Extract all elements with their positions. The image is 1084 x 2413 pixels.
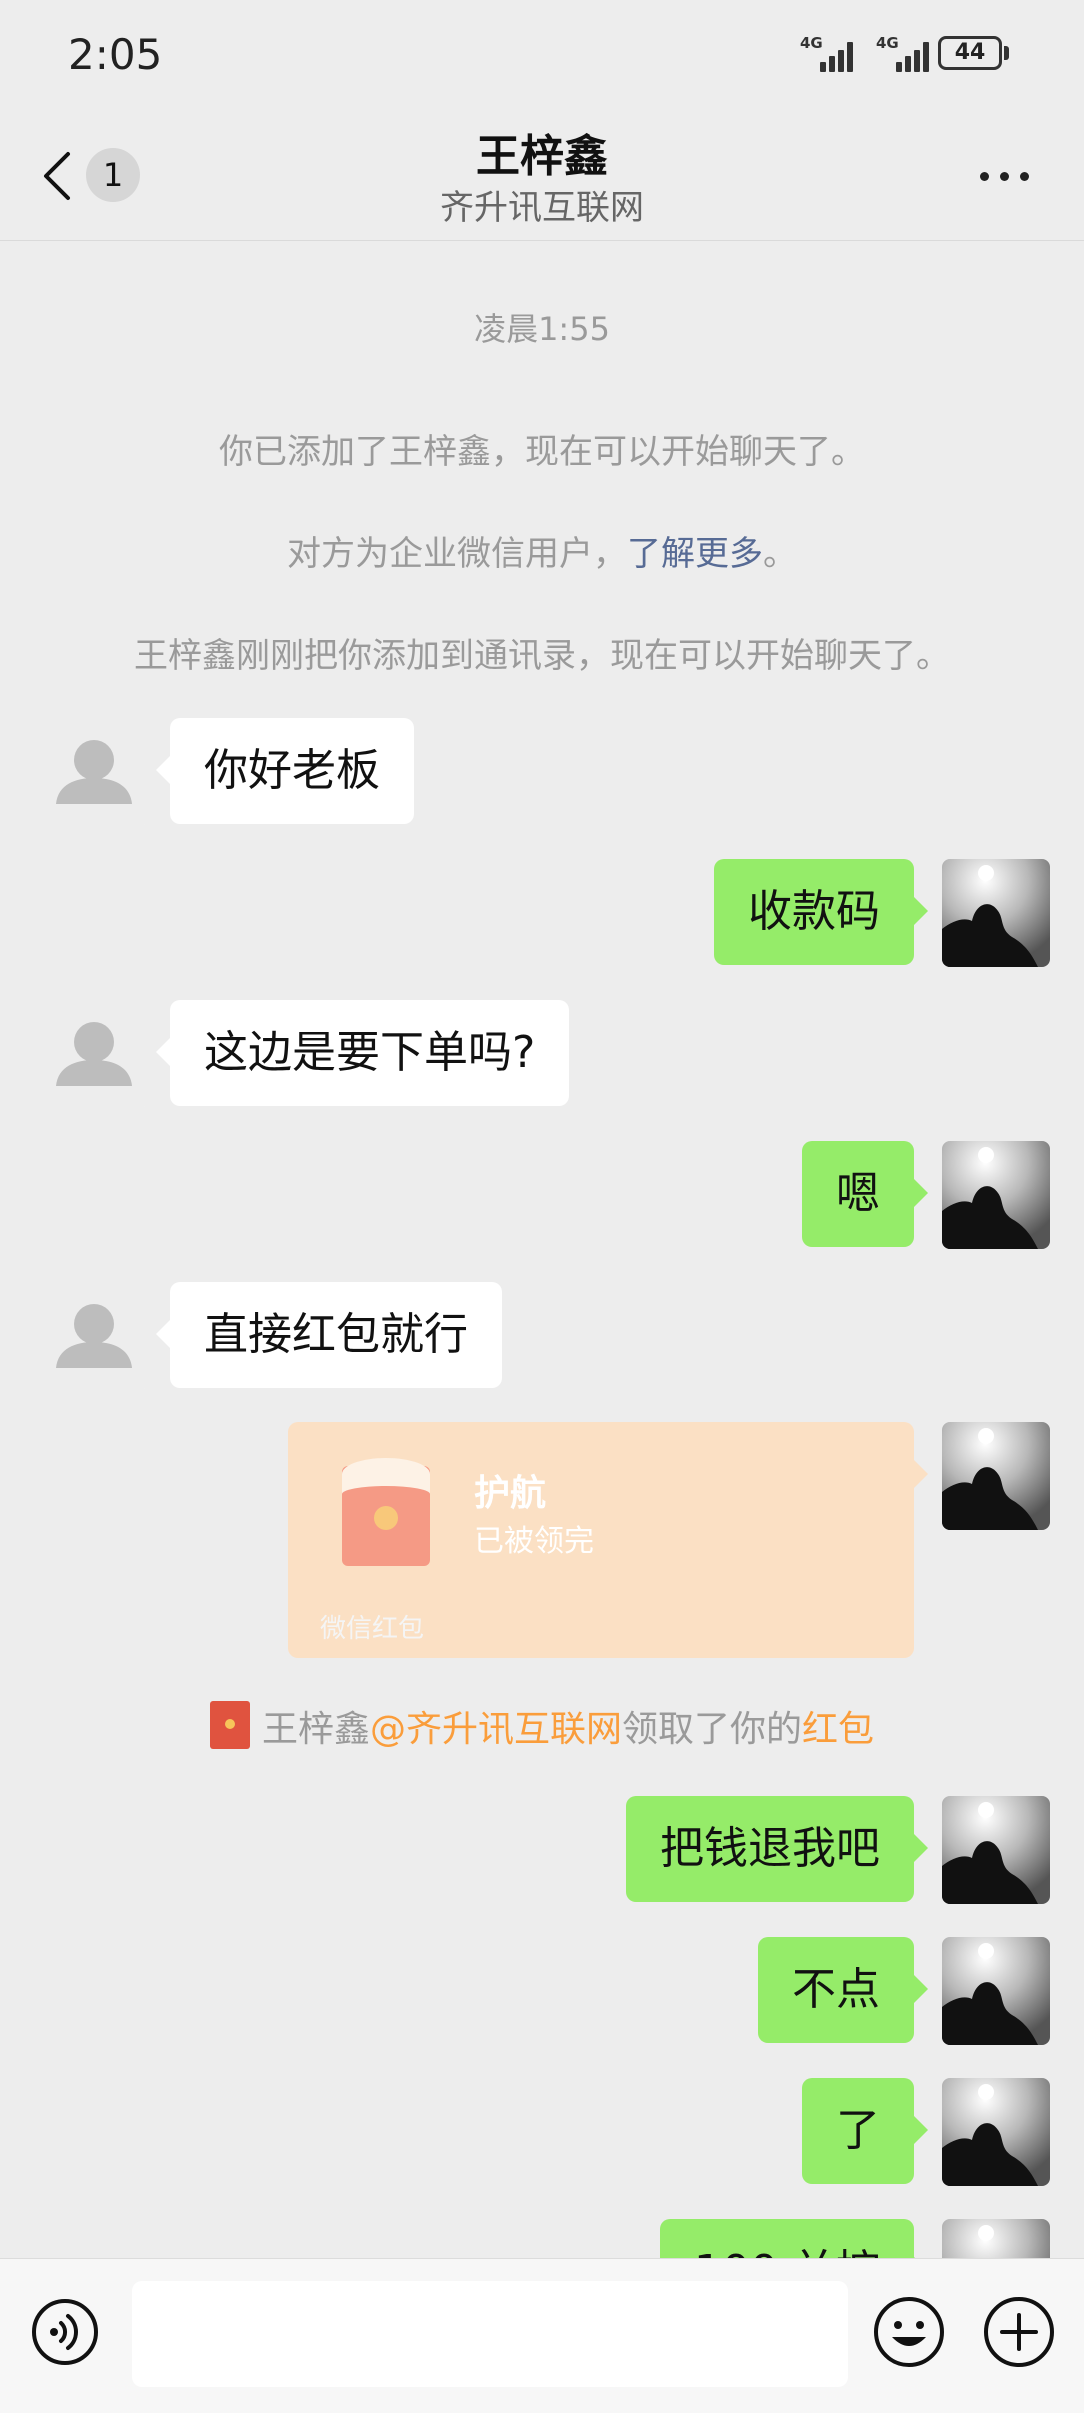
system-message-they-added: 王梓鑫刚刚把你添加到通讯录，现在可以开始聊天了。 <box>134 636 950 676</box>
my-avatar-photo <box>942 1422 1050 1530</box>
voice-icon[interactable] <box>30 2297 100 2367</box>
my-avatar[interactable] <box>942 1796 1050 1904</box>
red-packet-status: 已被领完 <box>474 1524 594 1559</box>
learn-more-link[interactable]: 了解更多 <box>627 534 763 574</box>
my-avatar-photo <box>942 859 1050 967</box>
status-time: 2:05 <box>68 30 163 79</box>
message-bubble-sent[interactable]: 收款码 <box>714 859 928 965</box>
message-bubble-sent[interactable]: 把钱退我吧 <box>626 1796 928 1902</box>
my-avatar[interactable] <box>942 1422 1050 1530</box>
my-avatar[interactable] <box>942 2078 1050 2186</box>
my-avatar-photo <box>942 2078 1050 2186</box>
red-packet-message[interactable]: 护航 已被领完 微信红包 <box>288 1422 928 1658</box>
message-bubble-received[interactable]: 直接红包就行 <box>156 1282 502 1388</box>
system-message-added: 你已添加了王梓鑫，现在可以开始聊天了。 <box>219 432 865 472</box>
red-packet-small-icon <box>209 1701 250 1749</box>
more-icon[interactable] <box>980 172 1032 184</box>
message-bubble-sent[interactable]: 嗯 <box>802 1141 928 1247</box>
default-avatar-icon <box>40 1282 148 1390</box>
claim-mention[interactable]: @齐升讯互联网 <box>370 1709 622 1750</box>
battery-icon: 44 <box>938 36 1002 70</box>
battery-level: 44 <box>954 40 986 65</box>
default-avatar-icon <box>40 1000 148 1108</box>
status-bar: 2:05 4G 4G 44 <box>0 0 1084 110</box>
red-packet-icon <box>342 1458 430 1566</box>
message-bubble-sent[interactable]: 了 <box>802 2078 928 2184</box>
message-bubble-sent[interactable]: 不点 <box>758 1937 928 2043</box>
red-packet-claim-notice: 王梓鑫@齐升讯互联网领取了你的红包 <box>0 1700 1084 1752</box>
default-avatar-icon <box>40 718 148 826</box>
claim-packet-link[interactable]: 红包 <box>802 1709 874 1750</box>
red-packet-footer: 微信红包 <box>320 1614 425 1644</box>
timestamp: 凌晨1:55 <box>474 310 610 348</box>
battery-tip <box>1004 46 1009 60</box>
contact-avatar[interactable] <box>40 1000 148 1108</box>
contact-company: 齐升讯互联网 <box>440 188 644 228</box>
message-bubble-received[interactable]: 你好老板 <box>156 718 414 824</box>
my-avatar[interactable] <box>942 859 1050 967</box>
my-avatar[interactable] <box>942 1141 1050 1249</box>
contact-name: 王梓鑫 <box>476 131 608 182</box>
contact-avatar[interactable] <box>40 718 148 826</box>
message-bubble-received[interactable]: 这边是要下单吗? <box>155 1000 570 1106</box>
my-avatar-photo <box>942 1796 1050 1904</box>
red-packet-title: 护航 <box>474 1473 547 1514</box>
system-message-enterprise: 对方为企业微信用户，了解更多。 <box>287 534 797 574</box>
my-avatar-photo <box>942 1937 1050 2045</box>
my-avatar[interactable] <box>942 1937 1050 2045</box>
my-avatar-photo <box>942 1141 1050 1249</box>
emoji-icon[interactable] <box>872 2295 946 2369</box>
contact-avatar[interactable] <box>40 1282 148 1390</box>
plus-icon[interactable] <box>982 2295 1056 2369</box>
input-bar <box>0 2258 1084 2413</box>
message-input[interactable] <box>132 2281 848 2387</box>
